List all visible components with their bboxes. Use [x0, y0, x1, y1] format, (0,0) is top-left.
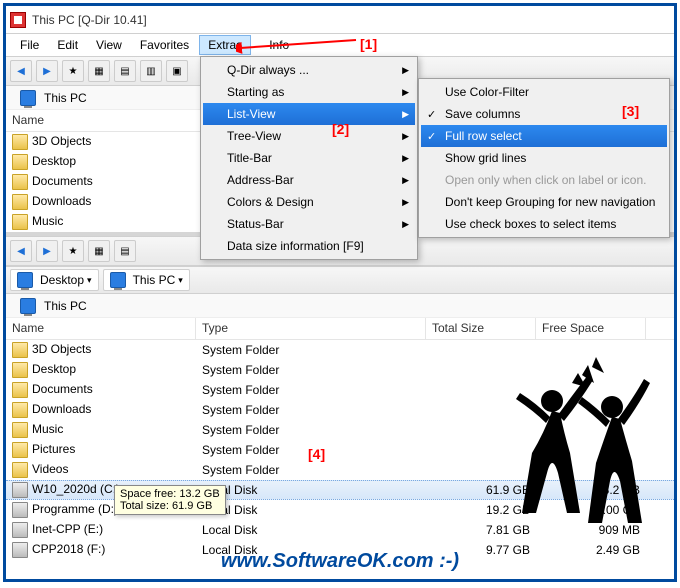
- folder-icon: [12, 342, 28, 358]
- submenu-arrow-icon: ▶: [402, 65, 409, 76]
- menu-no-grouping[interactable]: Don't keep Grouping for new navigation: [421, 191, 667, 213]
- menu-colors-design[interactable]: Colors & Design▶: [203, 191, 415, 213]
- crumb-label: Desktop: [40, 273, 84, 287]
- tab-label: This PC: [44, 91, 87, 105]
- check-icon: ✓: [427, 130, 436, 143]
- menu-view[interactable]: View: [88, 36, 130, 54]
- back-button[interactable]: ◀: [10, 240, 32, 262]
- tool-button[interactable]: ▦: [88, 60, 110, 82]
- crumb-thispc[interactable]: This PC ▾: [103, 269, 190, 291]
- star-button[interactable]: ★: [62, 60, 84, 82]
- forward-button[interactable]: ▶: [36, 60, 58, 82]
- menu-full-row-select[interactable]: ✓Full row select: [421, 125, 667, 147]
- check-icon: ✓: [427, 108, 436, 121]
- submenu-arrow-icon: ▶: [402, 153, 409, 164]
- back-button[interactable]: ◀: [10, 60, 32, 82]
- folder-icon: [12, 362, 28, 378]
- submenu-arrow-icon: ▶: [402, 175, 409, 186]
- annotation-4: [4]: [308, 446, 325, 462]
- tool-button[interactable]: ▤: [114, 60, 136, 82]
- footer-text: www.SoftwareOK.com :-): [6, 550, 674, 573]
- folder-icon: [12, 194, 28, 210]
- chevron-down-icon: ▾: [178, 275, 183, 286]
- desktop-icon: [17, 272, 33, 288]
- annotation-2: [2]: [332, 121, 349, 137]
- col-total[interactable]: Total Size: [426, 318, 536, 339]
- forward-button[interactable]: ▶: [36, 240, 58, 262]
- folder-icon: [12, 134, 28, 150]
- arrow-annotation: [236, 32, 366, 56]
- menu-open-only: Open only when click on label or icon.: [421, 169, 667, 191]
- tab-thispc[interactable]: This PC: [12, 296, 95, 316]
- tab-thispc[interactable]: This PC: [12, 88, 95, 108]
- tab-label: This PC: [44, 299, 87, 313]
- col-type[interactable]: Type: [196, 318, 426, 339]
- column-headers-lower: Name Type Total Size Free Space: [6, 318, 674, 340]
- folder-icon: [12, 214, 28, 230]
- star-button[interactable]: ★: [62, 240, 84, 262]
- menu-tree-view[interactable]: Tree-View▶: [203, 125, 415, 147]
- pc-icon: [110, 272, 126, 288]
- drive-icon: [12, 522, 28, 538]
- chevron-down-icon: ▾: [87, 275, 92, 286]
- col-free[interactable]: Free Space: [536, 318, 646, 339]
- tool-button[interactable]: ▣: [166, 60, 188, 82]
- folder-icon: [12, 154, 28, 170]
- tooltip-line: Total size: 61.9 GB: [120, 500, 220, 512]
- menu-data-size[interactable]: Data size information [F9]: [203, 235, 415, 257]
- folder-icon: [12, 382, 28, 398]
- drive-icon: [12, 482, 28, 498]
- menu-edit[interactable]: Edit: [49, 36, 86, 54]
- window-title: This PC [Q-Dir 10.41]: [32, 13, 147, 27]
- title-bar: This PC [Q-Dir 10.41]: [6, 6, 674, 34]
- submenu-arrow-icon: ▶: [402, 87, 409, 98]
- folder-icon: [12, 442, 28, 458]
- tooltip-line: Space free: 13.2 GB: [120, 488, 220, 500]
- crumb-label: This PC: [133, 273, 176, 287]
- menu-title-bar[interactable]: Title-Bar▶: [203, 147, 415, 169]
- folder-icon: [12, 174, 28, 190]
- folder-icon: [12, 462, 28, 478]
- folder-icon: [12, 422, 28, 438]
- crumb-desktop[interactable]: Desktop ▾: [10, 269, 99, 291]
- menu-check-boxes[interactable]: Use check boxes to select items: [421, 213, 667, 235]
- col-name[interactable]: Name: [6, 110, 206, 131]
- submenu-arrow-icon: ▶: [402, 131, 409, 142]
- tool-button[interactable]: ▥: [140, 60, 162, 82]
- tooltip: Space free: 13.2 GB Total size: 61.9 GB: [114, 485, 226, 515]
- listview-submenu: Use Color-Filter ✓Save columns ✓Full row…: [418, 78, 670, 238]
- annotation-1: [1]: [360, 36, 377, 52]
- address-bar: Desktop ▾ This PC ▾: [6, 266, 674, 294]
- app-icon: [10, 12, 26, 28]
- pc-icon: [20, 90, 36, 106]
- menu-starting-as[interactable]: Starting as▶: [203, 81, 415, 103]
- folder-icon: [12, 402, 28, 418]
- tab-row-lower: This PC: [6, 294, 674, 318]
- annotation-3: [3]: [622, 103, 639, 119]
- tool-button[interactable]: ▤: [114, 240, 136, 262]
- submenu-arrow-icon: ▶: [402, 197, 409, 208]
- submenu-arrow-icon: ▶: [402, 219, 409, 230]
- menu-qdir-always[interactable]: Q-Dir always ...▶: [203, 59, 415, 81]
- menu-address-bar[interactable]: Address-Bar▶: [203, 169, 415, 191]
- drive-icon: [12, 502, 28, 518]
- menu-favorites[interactable]: Favorites: [132, 36, 197, 54]
- menu-file[interactable]: File: [12, 36, 47, 54]
- menu-color-filter[interactable]: Use Color-Filter: [421, 81, 667, 103]
- extras-menu: Q-Dir always ...▶ Starting as▶ List-View…: [200, 56, 418, 260]
- tool-button[interactable]: ▦: [88, 240, 110, 262]
- submenu-arrow-icon: ▶: [402, 109, 409, 120]
- menu-status-bar[interactable]: Status-Bar▶: [203, 213, 415, 235]
- col-name[interactable]: Name: [6, 318, 196, 339]
- menu-grid-lines[interactable]: Show grid lines: [421, 147, 667, 169]
- pc-icon: [20, 298, 36, 314]
- dancers-graphic: [492, 353, 662, 533]
- menu-list-view[interactable]: List-View▶: [203, 103, 415, 125]
